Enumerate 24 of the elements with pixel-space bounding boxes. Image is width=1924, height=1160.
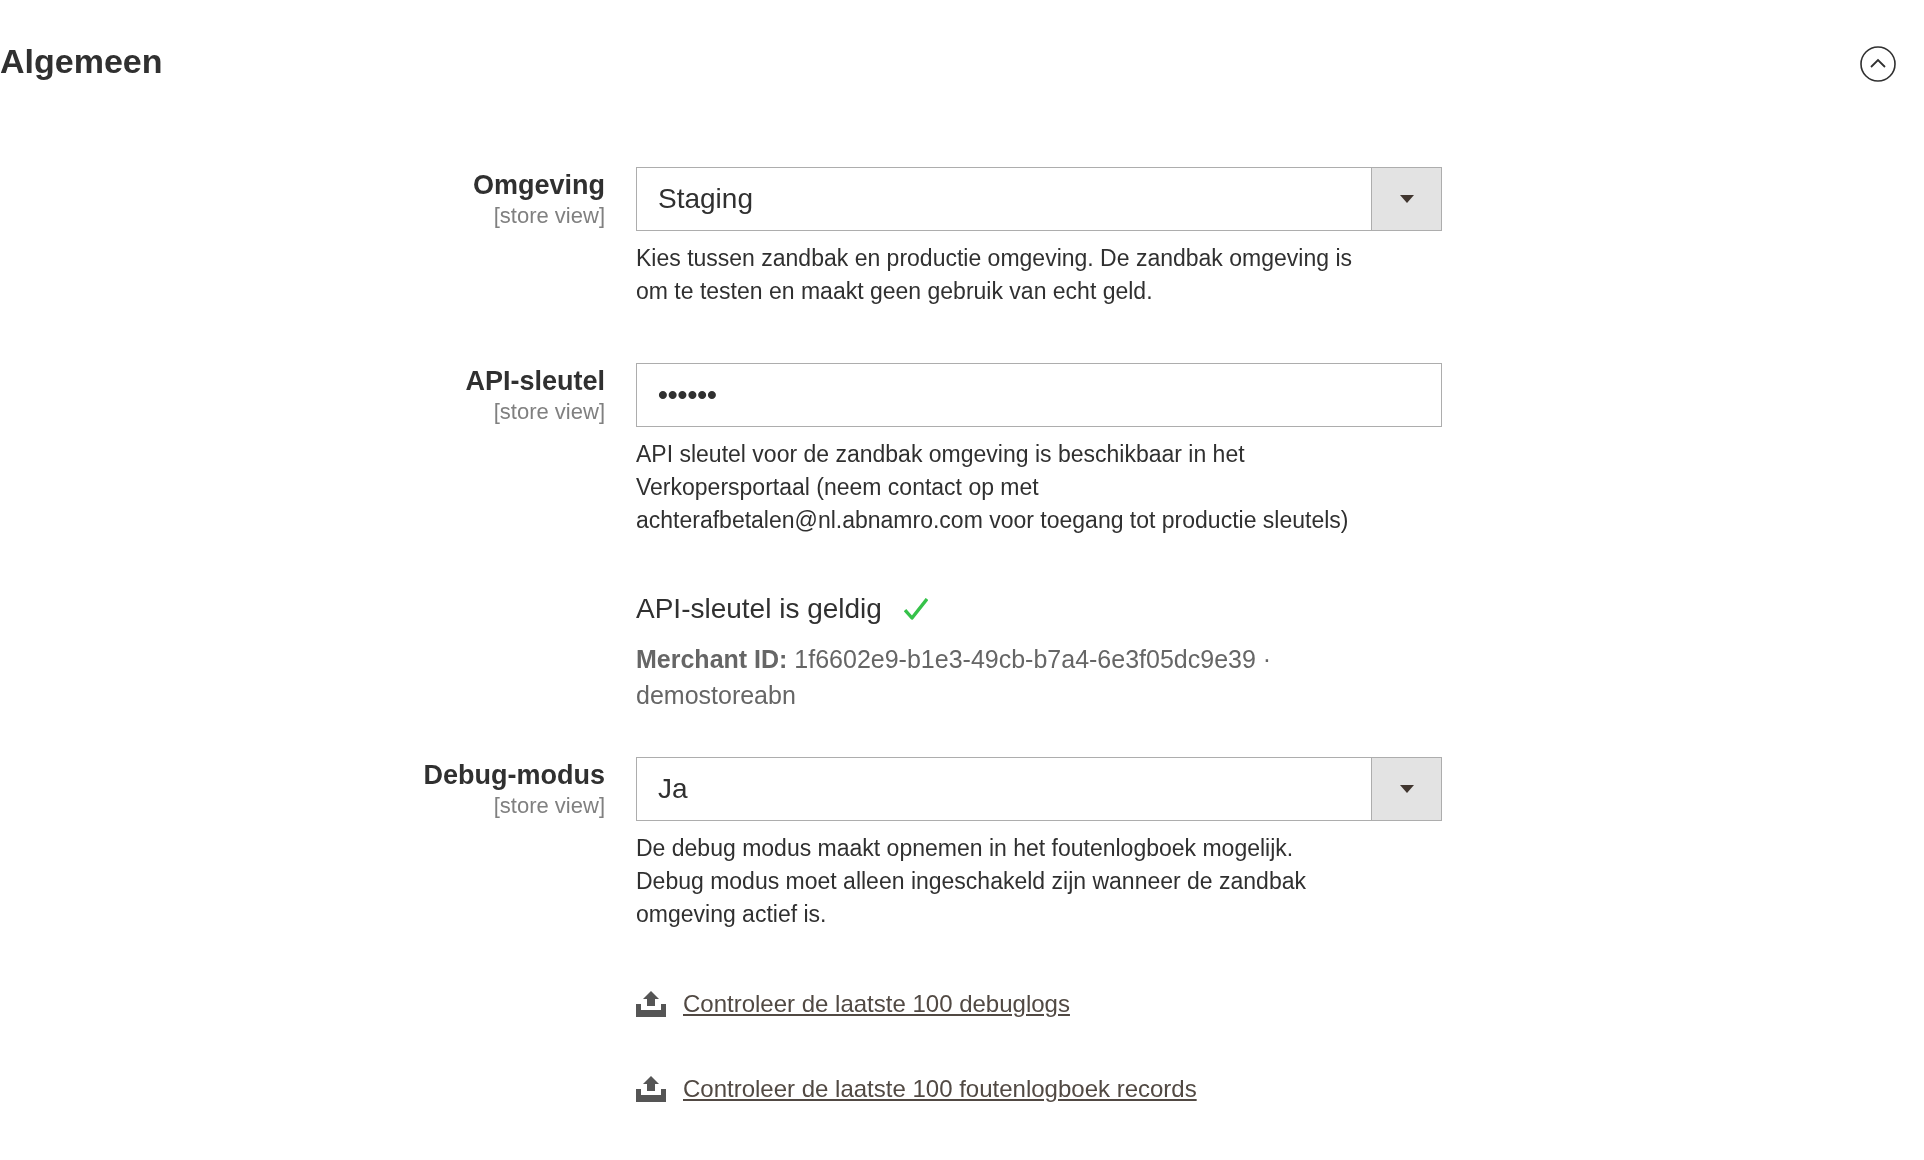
select-field[interactable]: Ja <box>636 757 1442 821</box>
dropdown-toggle[interactable] <box>1371 758 1441 820</box>
field-label: Omgeving <box>472 169 605 202</box>
scope-label: [store view] <box>493 792 605 820</box>
help-text: API sleutel voor de zandbak omgeving is beschikbaar in het Verkopersportaal (neem contact op met achterafbetalen@nl.abnamro.com voor toegang tot productie sleutels) <box>636 440 1350 535</box>
log-link[interactable]: Controleer de laatste 100 debuglogs <box>683 987 1070 1021</box>
section-title: Algemeen <box>0 41 163 82</box>
password-field[interactable]: •••••• <box>636 363 1442 427</box>
status-text: API-sleutel is geldig <box>636 592 882 626</box>
collapse-icon[interactable] <box>1860 46 1896 82</box>
caret-icon <box>1399 195 1414 203</box>
caret-icon <box>1399 785 1414 793</box>
merchant-info: Merchant ID: 1f6602e9-b1e3-49cb-b7a4-6e3f05dc9e39 · demostoreabn <box>636 644 1273 711</box>
select-field[interactable]: Staging <box>636 167 1442 231</box>
dropdown-toggle[interactable] <box>1371 168 1441 230</box>
log-link[interactable]: Controleer de laatste 100 foutenlogboek records <box>683 1072 1197 1106</box>
help-text: De debug modus maakt opnemen in het foutenlogboek mogelijk. Debug modus moet alleen ingeschakeld zijn wanneer de zandbak omgeving actief is. <box>636 834 1307 929</box>
scope-label: [store view] <box>493 202 605 230</box>
field-label: API-sleutel <box>465 365 605 398</box>
scope-label: [store view] <box>493 398 605 426</box>
upload-icon <box>636 1076 666 1102</box>
help-text: Kies tussen zandbak en productie omgeving. De zandbak omgeving is om te testen en maakt geen gebruik van echt geld. <box>636 244 1353 306</box>
upload-icon <box>636 991 666 1017</box>
field-label: Debug-modus <box>423 759 605 792</box>
